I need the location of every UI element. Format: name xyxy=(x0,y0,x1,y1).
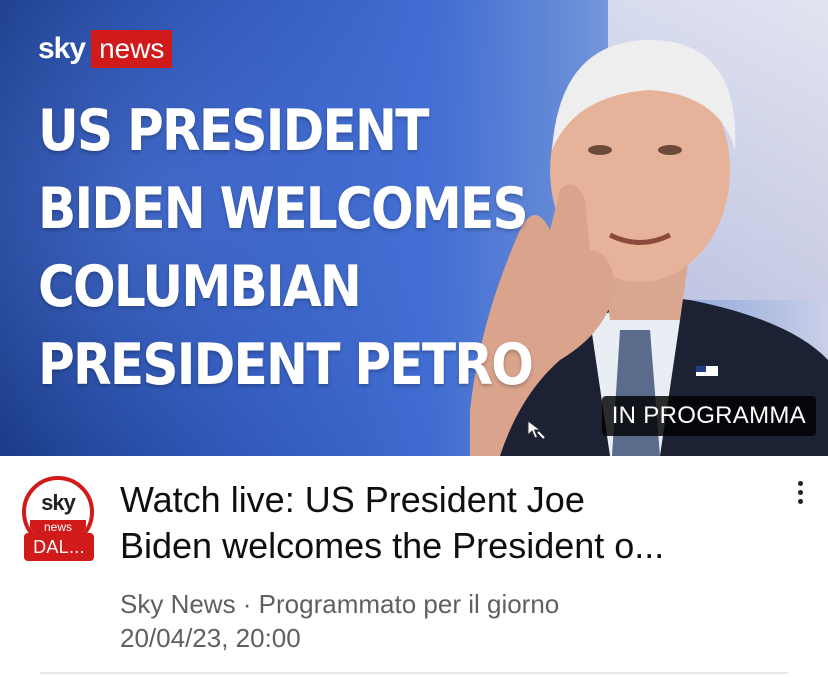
video-meta-line-1: Sky News · Programmato per il giorno xyxy=(120,589,560,619)
video-title-line-2: Biden welcomes the President o... xyxy=(120,525,665,566)
divider xyxy=(40,672,788,674)
avatar-sky-text: sky xyxy=(41,490,76,515)
live-status-tag: DAL... xyxy=(24,533,94,561)
headline-line-4: PRESIDENT PETRO xyxy=(38,332,534,398)
video-title-line-1: Watch live: US President Joe xyxy=(120,479,585,520)
logo-sky-text: sky xyxy=(38,32,86,65)
headline-line-1: US PRESIDENT xyxy=(38,98,430,164)
thumbnail-headline: US PRESIDENT BIDEN WELCOMES COLUMBIAN PR… xyxy=(38,92,534,404)
logo-news-text: news xyxy=(91,30,173,68)
video-thumbnail[interactable]: sky news US PRESIDENT BIDEN WELCOMES COL… xyxy=(0,0,828,456)
headline-line-3: COLUMBIAN xyxy=(38,254,362,320)
video-title[interactable]: Watch live: US President Joe Biden welco… xyxy=(120,477,770,569)
more-vert-icon[interactable] xyxy=(790,478,810,508)
headline-line-2: BIDEN WELCOMES xyxy=(38,176,529,242)
scheduled-badge: IN PROGRAMMA xyxy=(601,396,816,436)
cursor-arrow-icon xyxy=(527,420,545,439)
video-card[interactable]: sky news US PRESIDENT BIDEN WELCOMES COL… xyxy=(0,0,828,677)
sky-news-logo: sky news xyxy=(38,30,173,68)
video-meta-line-2: 20/04/23, 20:00 xyxy=(120,623,301,653)
video-meta: Sky News · Programmato per il giorno 20/… xyxy=(120,587,780,655)
